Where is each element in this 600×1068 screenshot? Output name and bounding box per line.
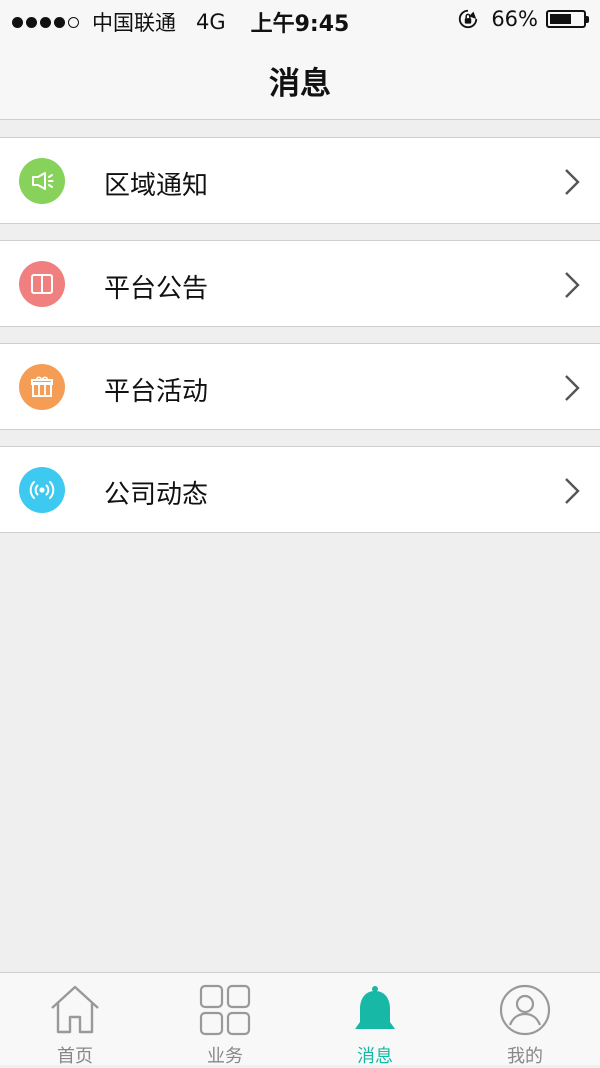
page-title: 消息 <box>269 66 331 102</box>
home-icon <box>51 985 99 1034</box>
list-item-area-notice[interactable]: 区域通知 <box>0 137 600 224</box>
list-item-platform-activity[interactable]: 平台活动 <box>0 343 600 430</box>
tab-messages[interactable]: 消息 <box>300 973 450 1067</box>
list-item-label: 区域通知 <box>104 171 209 201</box>
tab-profile[interactable]: 我的 <box>450 973 600 1067</box>
tab-home[interactable]: 首页 <box>0 973 150 1067</box>
book-icon <box>19 261 65 307</box>
list-item-company-news[interactable]: 公司动态 <box>0 446 600 533</box>
bell-icon <box>355 986 395 1029</box>
message-category-list: 区域通知 平台公告 平台活动 公司动态 <box>0 137 600 549</box>
list-item-label: 公司动态 <box>104 480 209 510</box>
rotation-lock-icon <box>459 9 478 29</box>
tab-label: 首页 <box>57 1046 93 1067</box>
gift-icon <box>19 364 65 410</box>
list-item-label: 平台公告 <box>104 274 209 304</box>
battery-icon <box>546 10 589 28</box>
bottom-tab-bar: 首页 业务 消息 我的 <box>0 972 600 1067</box>
list-item-label: 平台活动 <box>104 377 209 407</box>
battery-fill <box>550 14 572 24</box>
megaphone-icon <box>19 158 65 204</box>
chevron-right-icon <box>565 272 580 298</box>
broadcast-icon <box>19 467 65 513</box>
list-item-platform-announcement[interactable]: 平台公告 <box>0 240 600 327</box>
chevron-right-icon <box>565 478 580 504</box>
grid-icon <box>199 984 251 1036</box>
status-right: 66% <box>457 7 589 31</box>
tab-label: 消息 <box>357 1046 393 1067</box>
navigation-bar: 消息 <box>0 40 600 120</box>
chevron-right-icon <box>565 169 580 195</box>
tab-label: 业务 <box>207 1046 243 1067</box>
tab-label: 我的 <box>507 1046 543 1067</box>
status-bar: 中国联通 4G 上午9:45 66% <box>0 0 600 40</box>
battery-percentage: 66% <box>491 7 538 31</box>
user-icon <box>499 984 551 1036</box>
chevron-right-icon <box>565 375 580 401</box>
tab-business[interactable]: 业务 <box>150 973 300 1067</box>
